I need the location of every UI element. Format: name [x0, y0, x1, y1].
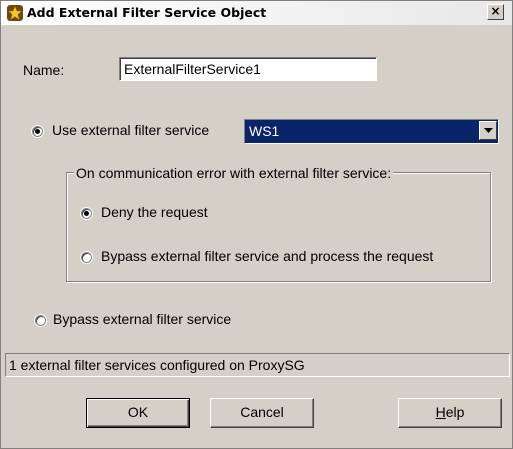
deny-request-label[interactable]: Deny the request: [101, 204, 208, 220]
proxy-star-icon: [7, 5, 23, 21]
combo-selected-value: WS1: [249, 123, 280, 139]
close-button[interactable]: ×: [487, 4, 504, 20]
error-options-group: [66, 172, 491, 282]
combo-dropdown-button[interactable]: [479, 121, 497, 140]
dialog-window: Add External Filter Service Object × Nam…: [0, 0, 513, 449]
help-button[interactable]: Help: [398, 398, 502, 428]
name-field[interactable]: ExternalFilterService1: [119, 57, 377, 81]
radio-selected-dot: [84, 211, 89, 216]
bypass-and-process-radio[interactable]: [81, 252, 92, 263]
bypass-and-process-label[interactable]: Bypass external filter service and proce…: [101, 248, 433, 264]
group-legend: On communication error with external fil…: [74, 165, 394, 181]
radio-selected-dot: [35, 129, 40, 134]
help-mnemonic: H: [435, 404, 446, 420]
bypass-service-label[interactable]: Bypass external filter service: [53, 311, 231, 327]
close-icon: ×: [490, 4, 501, 18]
status-bar: 1 external filter services configured on…: [5, 353, 510, 377]
ok-button[interactable]: OK: [86, 398, 190, 428]
deny-request-radio[interactable]: [81, 208, 92, 219]
use-service-radio[interactable]: [32, 126, 43, 137]
help-label-rest: elp: [445, 404, 465, 420]
use-service-label[interactable]: Use external filter service: [52, 122, 209, 138]
chevron-down-icon: [484, 128, 493, 133]
name-label: Name:: [23, 62, 65, 78]
cancel-button[interactable]: Cancel: [210, 398, 314, 428]
bypass-service-radio[interactable]: [35, 315, 46, 326]
window-title: Add External Filter Service Object: [27, 5, 267, 20]
title-bar[interactable]: Add External Filter Service Object ×: [1, 1, 512, 25]
service-combobox[interactable]: WS1: [244, 119, 499, 144]
